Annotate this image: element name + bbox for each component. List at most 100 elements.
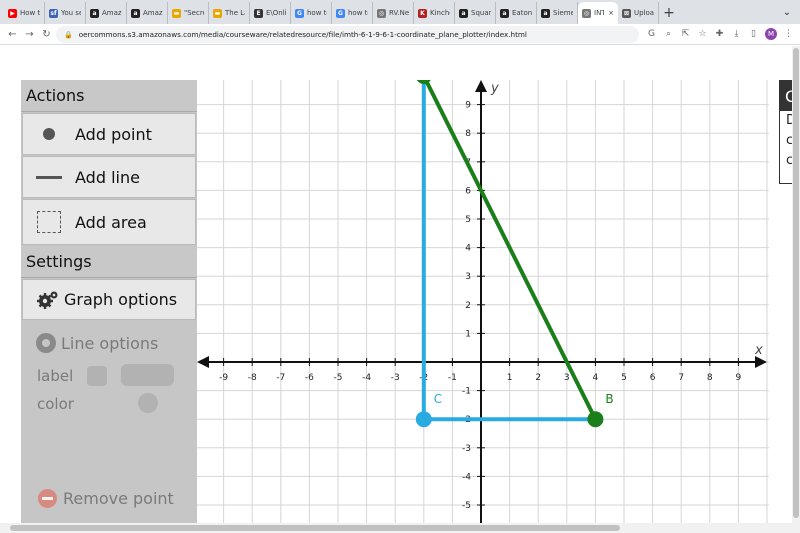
google-icon[interactable]: G	[646, 27, 657, 41]
browser-tab[interactable]: ▬"Secret	[168, 2, 209, 24]
x-tick-label: 1	[507, 373, 513, 383]
tab-label: Amazo	[102, 9, 122, 17]
browser-tab[interactable]: ⊠Upload	[618, 2, 659, 24]
tool-sidebar: Actions Add point Add line Add area Sett…	[21, 80, 197, 533]
point-label: B	[605, 392, 613, 406]
bookmark-icon: ▬	[213, 8, 222, 18]
tab-label: Upload	[634, 9, 654, 17]
y-tick-label: 3	[465, 272, 471, 282]
y-tick-label: 1	[465, 329, 471, 339]
x-axis-label: x	[754, 343, 763, 358]
area-icon	[37, 211, 61, 233]
amazon-icon: a	[90, 8, 99, 18]
tab-label: RV.Net	[389, 9, 409, 17]
back-icon[interactable]: ←	[4, 29, 21, 40]
x-tick-label: 9	[736, 373, 742, 383]
add-point-label: Add point	[75, 124, 152, 144]
browser-tab[interactable]: ▶How to	[4, 2, 45, 24]
tab-label: Kincho	[430, 9, 450, 17]
browser-tab[interactable]: Ghow to	[291, 2, 332, 24]
browser-tab[interactable]: ◎RV.Net	[373, 2, 414, 24]
tab-label: INT	[594, 9, 605, 17]
tab-label: Square	[471, 9, 491, 17]
line-options-title: Line options	[36, 333, 158, 353]
tab-label: Eaton I	[512, 9, 532, 17]
upload-icon: ⊠	[622, 8, 631, 18]
add-line-label: Add line	[75, 167, 140, 187]
browser-tab[interactable]: ▬The La	[209, 2, 250, 24]
tab-label: How to	[20, 9, 40, 17]
add-line-button[interactable]: Add line	[22, 156, 196, 198]
chevron-down-icon[interactable]: ⌄	[774, 0, 800, 24]
browser-tab[interactable]: aAmazo	[127, 2, 168, 24]
y-tick-label: 9	[465, 101, 471, 111]
x-tick-label: -5	[334, 373, 343, 383]
menu-icon[interactable]: ⋮	[783, 27, 794, 41]
youtube-icon: ▶	[8, 8, 17, 18]
plotted-point	[587, 411, 604, 428]
share-icon[interactable]: ⇱	[680, 27, 691, 41]
color-swatch[interactable]	[138, 393, 158, 413]
globe-icon: ◎	[582, 8, 591, 18]
browser-tab[interactable]: KKincho	[414, 2, 455, 24]
zoom-icon[interactable]: ⌕	[663, 27, 674, 41]
add-area-label: Add area	[75, 212, 147, 232]
browser-tab[interactable]: E E\Onli	[250, 2, 291, 24]
browser-tab[interactable]: Ghow to	[332, 2, 373, 24]
y-tick-label: 2	[465, 301, 471, 311]
close-tab-icon[interactable]: ×	[608, 9, 614, 17]
tab-label: how to	[348, 9, 368, 17]
tab-label: The La	[225, 9, 245, 17]
browser-tab[interactable]: sfYou sea	[45, 2, 86, 24]
tab-strip: ▶How tosfYou seaaAmazoaAmazo▬"Secret▬The…	[0, 0, 800, 24]
url-text: oercommons.s3.amazonaws.com/media/course…	[78, 30, 527, 39]
label-input[interactable]	[121, 364, 174, 386]
x-tick-label: -3	[391, 373, 400, 383]
tab-label: Amazo	[143, 9, 163, 17]
vertical-scrollbar[interactable]	[792, 46, 800, 523]
x-tick-label: -1	[448, 373, 457, 383]
tab-label: You sea	[61, 9, 81, 17]
label-field-label: label	[37, 367, 74, 385]
graph-options-button[interactable]: Graph options	[22, 279, 196, 320]
extensions-icon[interactable]: ✚	[714, 27, 725, 41]
line-options-panel: Line options label color Remove point	[22, 321, 196, 533]
actions-heading: Actions	[21, 80, 197, 112]
new-tab-button[interactable]: +	[659, 2, 679, 24]
horizontal-scrollbar[interactable]	[0, 523, 800, 533]
address-bar[interactable]: 🔒 oercommons.s3.amazonaws.com/media/cour…	[56, 26, 639, 43]
y-axis-label: y	[490, 81, 499, 96]
y-tick-label: -5	[462, 501, 471, 511]
k-icon: K	[418, 8, 427, 18]
add-point-button[interactable]: Add point	[22, 113, 196, 155]
x-tick-label: -6	[305, 373, 314, 383]
globe-icon: ◎	[377, 8, 386, 18]
browser-tab[interactable]: aAmazo	[86, 2, 127, 24]
avatar[interactable]: M	[765, 28, 777, 40]
tab-label: Siemer	[553, 9, 573, 17]
y-tick-label: 4	[465, 244, 471, 254]
x-tick-label: -9	[219, 373, 228, 383]
remove-point-button[interactable]: Remove point	[22, 478, 196, 518]
label-toggle[interactable]	[87, 366, 107, 386]
x-tick-label: 7	[678, 373, 684, 383]
browser-tab[interactable]: aSquare	[455, 2, 496, 24]
point-icon	[43, 128, 55, 140]
google-icon: G	[295, 8, 304, 18]
window-controls: ⌄	[774, 0, 800, 24]
reload-icon[interactable]: ↻	[38, 29, 55, 40]
sidepanel-icon[interactable]: ▯	[748, 27, 759, 41]
browser-tab[interactable]: aSiemer	[537, 2, 578, 24]
amazon-icon: a	[131, 8, 140, 18]
download-icon[interactable]: ⤓	[731, 27, 742, 41]
page-content: Actions Add point Add line Add area Sett…	[0, 46, 800, 533]
browser-tab[interactable]: aEaton I	[496, 2, 537, 24]
x-axis-arrow-left	[197, 356, 209, 368]
forward-icon[interactable]: →	[21, 29, 38, 40]
coordinate-plane[interactable]: -9-8-7-6-5-4-3-2-1123456789-5-4-3-2-1123…	[197, 80, 769, 533]
browser-tab[interactable]: ◎ INT ×	[578, 2, 618, 24]
star-icon[interactable]: ☆	[697, 27, 708, 41]
add-area-button[interactable]: Add area	[22, 199, 196, 245]
x-tick-label: 2	[535, 373, 541, 383]
gear-icon	[36, 333, 56, 353]
